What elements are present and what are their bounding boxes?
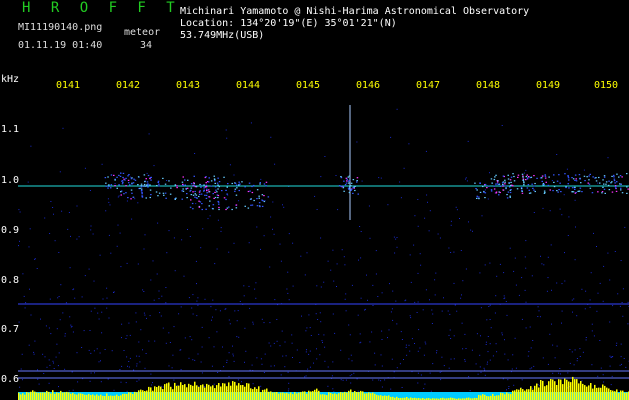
y-tick-label: 0.8 — [1, 275, 20, 286]
x-tick-label: 0146 — [355, 80, 381, 91]
y-tick-label: 0.6 — [1, 374, 20, 385]
spectrogram-plot — [18, 105, 629, 400]
date-time: 01.11.19 01:40 — [18, 40, 103, 51]
x-tick-label: 0149 — [535, 80, 561, 91]
x-tick-label: 0142 — [115, 80, 141, 91]
y-tick-label: 0.7 — [1, 324, 20, 335]
frequency-reference-lines — [18, 105, 629, 379]
x-tick-label: 0141 — [55, 80, 81, 91]
x-tick-label: 0143 — [175, 80, 201, 91]
y-tick-label: 1.0 — [1, 175, 20, 186]
background-noise — [18, 108, 629, 396]
x-tick-label: 0148 — [475, 80, 501, 91]
x-tick-label: 0144 — [235, 80, 261, 91]
intensity-profile — [18, 376, 629, 400]
meteor-label: meteor — [124, 27, 161, 38]
x-tick-label: 0150 — [593, 80, 619, 91]
y-axis-unit: kHz — [1, 74, 20, 85]
brand-title: H R O F F T — [22, 0, 181, 16]
y-tick-label: 0.9 — [1, 225, 20, 236]
location-line: Location: 134°20'19"(E) 35°01'21"(N) — [180, 18, 397, 29]
meteor-count: 34 — [140, 40, 153, 51]
x-tick-label: 0145 — [295, 80, 321, 91]
y-tick-label: 1.1 — [1, 124, 20, 135]
meteor-echoes — [104, 172, 629, 211]
file-name: MI11190140.png — [18, 22, 103, 33]
observer-line: Michinari Yamamoto @ Nishi-Harima Astron… — [180, 6, 530, 17]
frequency-line: 53.749MHz(USB) — [180, 30, 265, 41]
x-tick-label: 0147 — [415, 80, 441, 91]
